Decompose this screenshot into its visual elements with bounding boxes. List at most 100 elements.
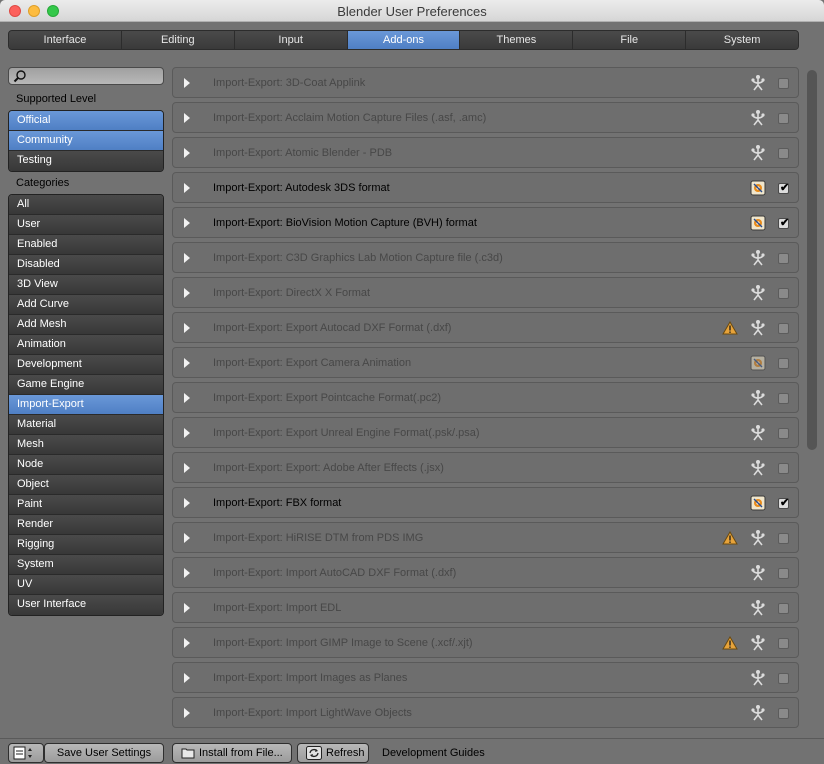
enable-checkbox[interactable]: ✔ bbox=[778, 113, 789, 124]
tab-interface[interactable]: Interface bbox=[9, 31, 122, 49]
enable-checkbox[interactable]: ✔ bbox=[778, 673, 789, 684]
enable-checkbox[interactable]: ✔ bbox=[778, 253, 789, 264]
addon-label: Import-Export: Import LightWave Objects bbox=[213, 707, 412, 719]
category-user-interface[interactable]: User Interface bbox=[9, 595, 163, 615]
enable-checkbox[interactable]: ✔ bbox=[778, 288, 789, 299]
enable-checkbox[interactable]: ✔ bbox=[778, 463, 789, 474]
expand-triangle-icon[interactable] bbox=[184, 78, 190, 88]
expand-triangle-icon[interactable] bbox=[184, 568, 190, 578]
addons-scrollbar[interactable] bbox=[807, 70, 817, 450]
addon-label: Import-Export: HiRISE DTM from PDS IMG bbox=[213, 532, 424, 544]
tab-editing[interactable]: Editing bbox=[121, 31, 235, 49]
category-object[interactable]: Object bbox=[9, 475, 163, 495]
addon-label: Import-Export: Import Images as Planes bbox=[213, 672, 408, 684]
warning-icon bbox=[722, 531, 738, 545]
category-all[interactable]: All bbox=[9, 195, 163, 215]
addon-label: Import-Export: Export Autocad DXF Format… bbox=[213, 322, 452, 334]
save-user-settings-button[interactable]: Save User Settings bbox=[44, 743, 164, 763]
enable-checkbox[interactable]: ✔ bbox=[778, 428, 789, 439]
support-level-official[interactable]: Official bbox=[9, 111, 163, 131]
expand-triangle-icon[interactable] bbox=[184, 708, 190, 718]
expand-triangle-icon[interactable] bbox=[184, 358, 190, 368]
category-add-curve[interactable]: Add Curve bbox=[9, 295, 163, 315]
development-guides-label[interactable]: Development Guides bbox=[382, 747, 485, 759]
enable-checkbox[interactable]: ✔ bbox=[778, 358, 789, 369]
enable-checkbox[interactable]: ✔ bbox=[778, 182, 789, 194]
tab-themes[interactable]: Themes bbox=[460, 31, 574, 49]
category-animation[interactable]: Animation bbox=[9, 335, 163, 355]
tab-input[interactable]: Input bbox=[234, 31, 348, 49]
support-level-community[interactable]: Community bbox=[9, 131, 163, 151]
addon-row: Import-Export: C3D Graphics Lab Motion C… bbox=[172, 242, 799, 273]
addons-list: Import-Export: 3D-Coat Applink✔Import-Ex… bbox=[172, 67, 799, 735]
expand-triangle-icon[interactable] bbox=[184, 323, 190, 333]
preferences-preset-icon bbox=[13, 746, 32, 760]
community-support-icon bbox=[750, 144, 766, 162]
addon-row: Import-Export: Export Camera Animation ✔ bbox=[172, 347, 799, 378]
category-render[interactable]: Render bbox=[9, 515, 163, 535]
category-game-engine[interactable]: Game Engine bbox=[9, 375, 163, 395]
addon-label: Import-Export: Export Pointcache Format(… bbox=[213, 392, 442, 404]
addon-row: Import-Export: Atomic Blender - PDB ✔ bbox=[172, 137, 799, 168]
category-mesh[interactable]: Mesh bbox=[9, 435, 163, 455]
addon-row: Import-Export: BioVision Motion Capture … bbox=[172, 207, 799, 238]
enable-checkbox[interactable]: ✔ bbox=[778, 217, 789, 229]
addon-row: Import-Export: Import AutoCAD DXF Format… bbox=[172, 557, 799, 588]
category-development[interactable]: Development bbox=[9, 355, 163, 375]
category-3d-view[interactable]: 3D View bbox=[9, 275, 163, 295]
refresh-icon bbox=[306, 746, 322, 761]
category-uv[interactable]: UV bbox=[9, 575, 163, 595]
expand-triangle-icon[interactable] bbox=[184, 498, 190, 508]
category-node[interactable]: Node bbox=[9, 455, 163, 475]
support-level-testing[interactable]: Testing bbox=[9, 151, 163, 171]
expand-triangle-icon[interactable] bbox=[184, 113, 190, 123]
window-title: Blender User Preferences bbox=[337, 4, 487, 19]
expand-triangle-icon[interactable] bbox=[184, 148, 190, 158]
category-add-mesh[interactable]: Add Mesh bbox=[9, 315, 163, 335]
category-material[interactable]: Material bbox=[9, 415, 163, 435]
refresh-button[interactable]: Refresh bbox=[297, 743, 369, 763]
expand-triangle-icon[interactable] bbox=[184, 218, 190, 228]
addon-label: Import-Export: Export: Adobe After Effec… bbox=[213, 462, 444, 474]
addon-label: Import-Export: Acclaim Motion Capture Fi… bbox=[213, 112, 487, 124]
addon-label: Import-Export: Export Camera Animation bbox=[213, 357, 412, 369]
tab-system[interactable]: System bbox=[686, 31, 798, 49]
enable-checkbox[interactable]: ✔ bbox=[778, 603, 789, 614]
expand-triangle-icon[interactable] bbox=[184, 463, 190, 473]
expand-triangle-icon[interactable] bbox=[184, 638, 190, 648]
enable-checkbox[interactable]: ✔ bbox=[778, 148, 789, 159]
category-system[interactable]: System bbox=[9, 555, 163, 575]
category-disabled[interactable]: Disabled bbox=[9, 255, 163, 275]
addon-label: Import-Export: BioVision Motion Capture … bbox=[213, 217, 477, 229]
tab-add-ons[interactable]: Add-ons bbox=[347, 31, 461, 49]
install-from-file-button[interactable]: Install from File... bbox=[172, 743, 292, 763]
tab-file[interactable]: File bbox=[573, 31, 687, 49]
addon-row: Import-Export: DirectX X Format ✔ bbox=[172, 277, 799, 308]
expand-triangle-icon[interactable] bbox=[184, 393, 190, 403]
expand-triangle-icon[interactable] bbox=[184, 183, 190, 193]
enable-checkbox[interactable]: ✔ bbox=[778, 323, 789, 334]
category-enabled[interactable]: Enabled bbox=[9, 235, 163, 255]
search-field[interactable] bbox=[8, 67, 164, 85]
addon-label: Import-Export: DirectX X Format bbox=[213, 287, 371, 299]
expand-triangle-icon[interactable] bbox=[184, 253, 190, 263]
enable-checkbox[interactable]: ✔ bbox=[778, 393, 789, 404]
preset-menu-button[interactable] bbox=[8, 743, 44, 763]
enable-checkbox[interactable]: ✔ bbox=[778, 78, 789, 89]
expand-triangle-icon[interactable] bbox=[184, 533, 190, 543]
expand-triangle-icon[interactable] bbox=[184, 673, 190, 683]
category-paint[interactable]: Paint bbox=[9, 495, 163, 515]
file-folder-icon bbox=[181, 748, 195, 759]
community-support-icon bbox=[750, 634, 766, 652]
expand-triangle-icon[interactable] bbox=[184, 603, 190, 613]
category-import-export[interactable]: Import-Export bbox=[9, 395, 163, 415]
expand-triangle-icon[interactable] bbox=[184, 428, 190, 438]
enable-checkbox[interactable]: ✔ bbox=[778, 568, 789, 579]
enable-checkbox[interactable]: ✔ bbox=[778, 533, 789, 544]
expand-triangle-icon[interactable] bbox=[184, 288, 190, 298]
enable-checkbox[interactable]: ✔ bbox=[778, 497, 789, 509]
enable-checkbox[interactable]: ✔ bbox=[778, 638, 789, 649]
enable-checkbox[interactable]: ✔ bbox=[778, 708, 789, 719]
category-rigging[interactable]: Rigging bbox=[9, 535, 163, 555]
category-user[interactable]: User bbox=[9, 215, 163, 235]
